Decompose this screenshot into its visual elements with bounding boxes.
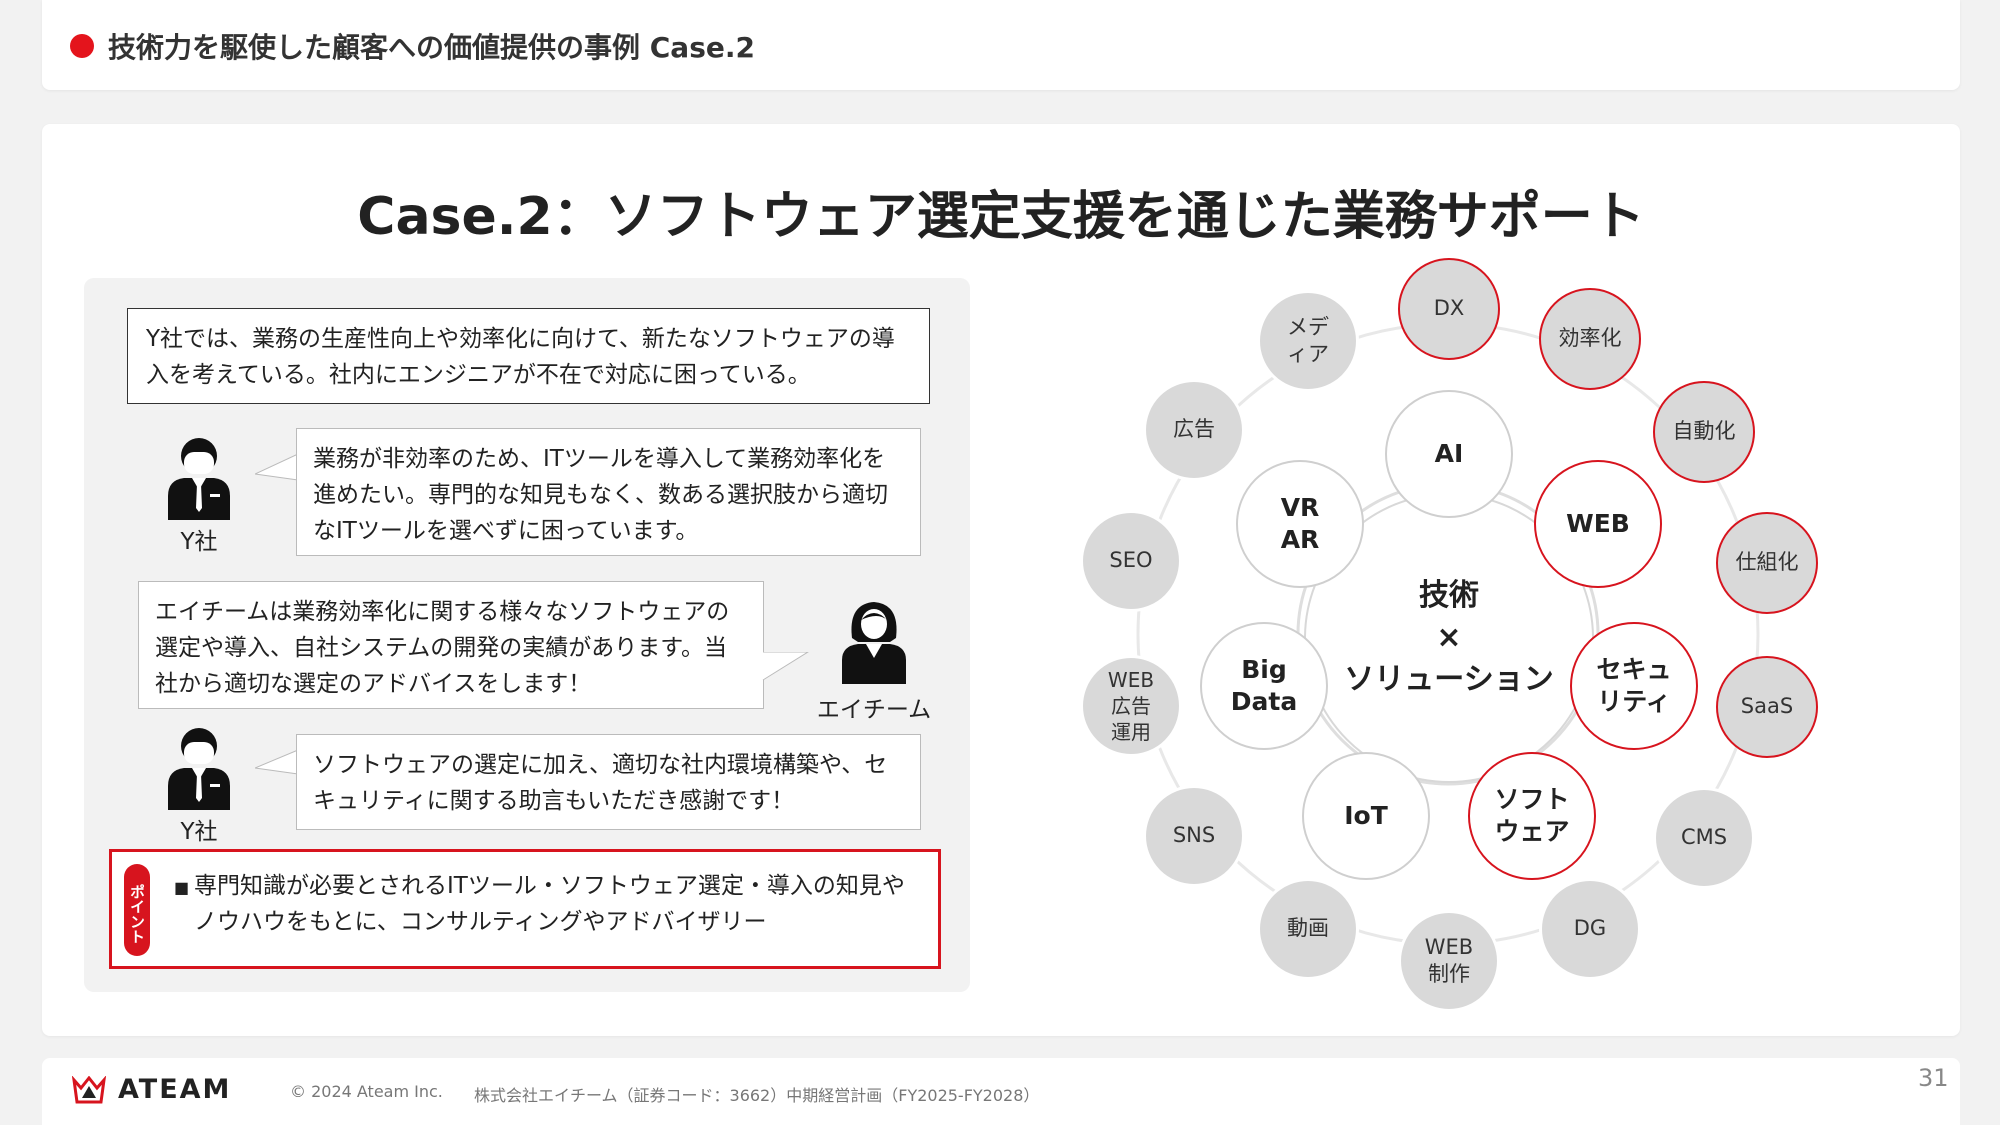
person-label-y-company: Y社	[180, 819, 218, 845]
circle-efficiency: 効率化	[1539, 288, 1641, 390]
header-bar: 技術力を駆使した顧客への価値提供の事例 Case.2	[42, 0, 1960, 90]
circle-web: WEB	[1534, 460, 1662, 588]
ateam-logo-icon	[72, 1076, 106, 1104]
intro-box: Y社では、業務の生産性向上や効率化に向けて、新たなソフトウェアの導入を考えている…	[127, 308, 930, 404]
circle-dx: DX	[1398, 258, 1500, 360]
circle-dg: DG	[1539, 878, 1641, 980]
circle-seo: SEO	[1080, 510, 1182, 612]
circle-automation: 自動化	[1653, 381, 1755, 483]
speech-tail	[255, 454, 299, 481]
speech-tail	[255, 750, 299, 775]
person-label-ateam: エイチーム	[816, 697, 932, 723]
circle-iot: IoT	[1302, 752, 1430, 880]
footer-note: 株式会社エイチーム（証券コード：3662）中期経営計画（FY2025-FY202…	[474, 1086, 1040, 1105]
header-bullet-icon	[70, 34, 94, 58]
circle-video: 動画	[1257, 878, 1359, 980]
circle-cms: CMS	[1653, 787, 1755, 889]
footer: ATEAM © 2024 Ateam Inc. 株式会社エイチーム（証券コード：…	[42, 1058, 1960, 1125]
circle-software: ソフト ウェア	[1468, 752, 1596, 880]
circle-web-production: WEB 制作	[1398, 910, 1500, 1012]
circle-sns: SNS	[1143, 785, 1245, 887]
y-company-speech-bubble: 業務が非効率のため、ITツールを導入して業務効率化を進めたい。専門的な知見もなく…	[296, 428, 921, 556]
point-text: 専門知識が必要とされるITツール・ソフトウェア選定・導入の知見やノウハウをもとに…	[194, 873, 905, 935]
circle-media: メデ ィア	[1257, 290, 1359, 392]
businesswoman-icon	[842, 602, 906, 684]
page-number: 31	[1918, 1064, 1949, 1092]
y-company-thanks-bubble: ソフトウェアの選定に加え、適切な社内環境構築や、セキュリティに関する助言もいただ…	[296, 734, 921, 830]
businessman-icon	[168, 438, 230, 520]
point-tag: ポイント	[124, 864, 150, 956]
circle-vrar: VR AR	[1236, 460, 1364, 588]
page-title: Case.2：ソフトウェア選定支援を通じた業務サポート	[357, 187, 1645, 247]
circle-bigdata: Big Data	[1200, 622, 1328, 750]
circle-ai: AI	[1385, 390, 1513, 518]
speech-tail	[762, 652, 809, 681]
businessman-icon	[168, 728, 230, 810]
circle-mechanism: 仕組化	[1716, 512, 1818, 614]
header-title: 技術力を駆使した顧客への価値提供の事例 Case.2	[108, 31, 755, 64]
circle-ad: 広告	[1143, 379, 1245, 481]
circle-saas: SaaS	[1716, 656, 1818, 758]
circle-security: セキュ リティ	[1570, 622, 1698, 750]
person-label-y-company: Y社	[180, 529, 218, 555]
bullet-icon: ■	[174, 878, 190, 897]
ateam-logo-text: ATEAM	[118, 1074, 232, 1105]
circle-web-ad-operation: WEB 広告 運用	[1080, 655, 1182, 757]
footer-copyright: © 2024 Ateam Inc.	[290, 1082, 443, 1101]
point-box: ポイント ■ 専門知識が必要とされるITツール・ソフトウェア選定・導入の知見やノ…	[109, 849, 941, 969]
ateam-speech-bubble: エイチームは業務効率化に関する様々なソフトウェアの選定や導入、自社システムの開発…	[138, 581, 764, 709]
